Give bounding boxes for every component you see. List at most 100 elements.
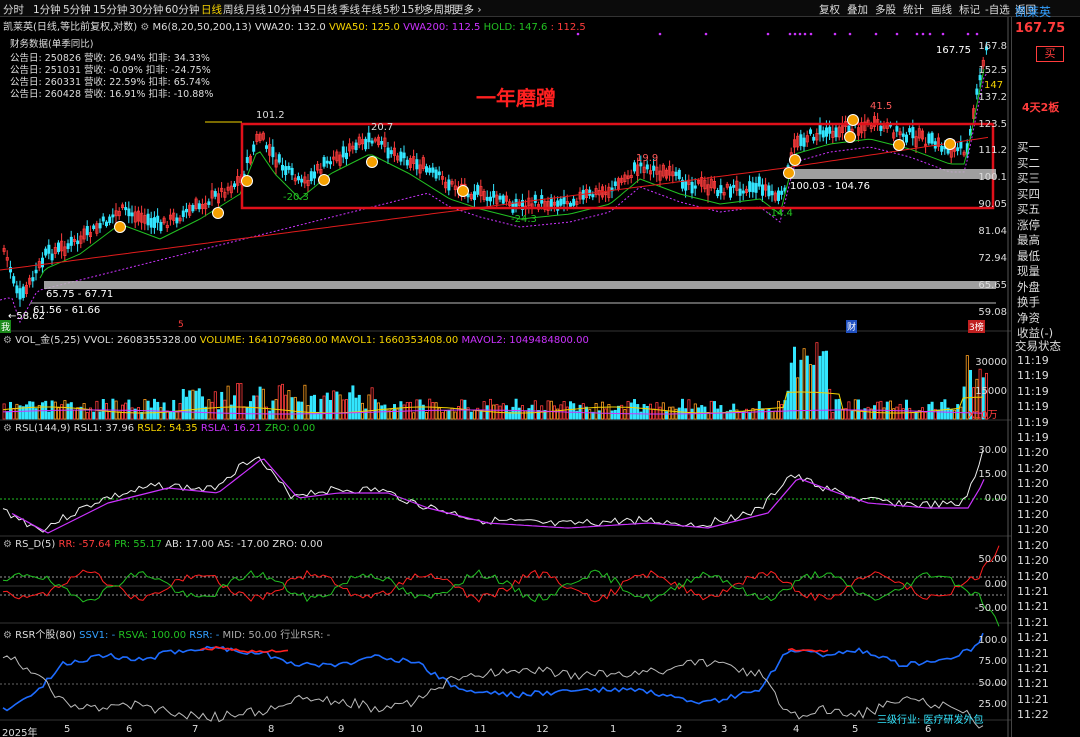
volume-bar [284, 394, 288, 420]
period-tab[interactable]: 日线 [201, 2, 222, 17]
volume-bar [655, 402, 659, 420]
period-tab[interactable]: 45日线 [303, 2, 337, 17]
candle-body [300, 178, 304, 183]
candle-body [825, 127, 829, 137]
quote-field-label: 买四 [1017, 186, 1040, 201]
volume-bar [418, 399, 422, 420]
period-tab[interactable]: 15分钟 [93, 2, 127, 17]
volume-bar [537, 410, 541, 420]
top-signal-dot [766, 32, 770, 36]
price-axis-label: 152.5 [978, 65, 1007, 76]
volume-bar [693, 403, 697, 420]
candle-body [370, 140, 374, 144]
period-tab[interactable]: 分时 [3, 2, 24, 17]
candle-body [645, 164, 649, 170]
trade-time: 11:21 [1017, 585, 1049, 598]
period-tab[interactable]: 5分钟 [63, 2, 91, 17]
buy-button[interactable]: 买 [1036, 46, 1064, 62]
volume-bar [665, 411, 669, 420]
period-tab[interactable]: 年线 [361, 2, 382, 17]
volume-bar [220, 391, 224, 420]
peak-label: 41.5 [870, 101, 893, 112]
candle-body [405, 159, 409, 166]
price-axis-label: 123.5 [978, 119, 1007, 130]
period-tab[interactable]: 15秒 [401, 2, 425, 17]
toolbar-button[interactable]: 复权 [819, 2, 840, 17]
settings-icon[interactable]: ⚙ [3, 539, 12, 550]
toolbar-button[interactable]: 标记 [959, 2, 980, 17]
period-tab[interactable]: 多周期 [423, 2, 455, 17]
volume-bar [514, 398, 518, 420]
candle-body [895, 126, 899, 132]
rsl-axis-label: 0.00 [984, 493, 1007, 504]
volume-bar [642, 404, 646, 420]
volume-bar [152, 398, 156, 420]
trade-time: 11:21 [1017, 692, 1049, 706]
date-axis-label: 5 [64, 724, 71, 735]
candle-body [280, 164, 284, 171]
candle-body [956, 147, 960, 152]
volume-bar [764, 408, 768, 420]
toolbar-button[interactable]: 统计 [903, 2, 924, 17]
toolbar-button[interactable]: 画线 [931, 2, 952, 17]
period-tab[interactable]: 5秒 [383, 2, 400, 17]
period-tab[interactable]: 月线 [245, 2, 266, 17]
volume-bar [21, 406, 25, 420]
volume-bar [469, 411, 473, 420]
candle-body [105, 221, 109, 226]
price-axis-label: 100.1 [978, 172, 1007, 183]
candle-body [252, 144, 256, 152]
volume-bar [757, 401, 761, 420]
period-tab[interactable]: 60分钟 [165, 2, 199, 17]
volume-bar [949, 408, 953, 420]
volume-bar [613, 409, 617, 420]
toolbar-button[interactable]: 多股 [875, 2, 896, 17]
candle-body [197, 203, 201, 210]
toolbar-button[interactable]: 叠加 [847, 2, 868, 17]
streak-badge: 4天2板 [1022, 101, 1060, 114]
settings-icon[interactable]: ⚙ [3, 335, 12, 346]
candle-body [325, 160, 329, 164]
volume-bar [658, 406, 662, 420]
volume-bar [834, 399, 838, 420]
volume-bar [633, 399, 637, 420]
volume-bar [860, 410, 864, 420]
period-tab[interactable]: 更多 › [453, 2, 482, 17]
candle-body [690, 181, 694, 194]
top-signal-dot [848, 32, 852, 36]
volume-bar [376, 402, 380, 420]
period-tab[interactable]: 周线 [223, 2, 244, 17]
volume-bar [351, 385, 355, 420]
volume-bar [841, 408, 845, 420]
candle-body [156, 215, 160, 223]
finance-tag[interactable]: 财 [846, 320, 858, 333]
period-tab[interactable]: 1分钟 [33, 2, 61, 17]
volume-bar [802, 348, 806, 420]
volume-bar [569, 401, 573, 420]
volume-bar [572, 403, 576, 420]
toolbar-button[interactable]: -自选 [985, 2, 1010, 17]
period-tab[interactable]: 10分钟 [267, 2, 301, 17]
settings-icon[interactable]: ⚙ [3, 630, 12, 641]
trade-time: 11:20 [1017, 538, 1049, 552]
event-tag[interactable]: 5 [178, 320, 184, 330]
trade-time: 11:20 [1017, 508, 1049, 521]
top-signal-dot [921, 32, 925, 36]
financials-title: 财务数据(单季同比) [10, 39, 94, 50]
rr-line [2, 545, 1000, 603]
settings-icon[interactable]: ⚙ [3, 423, 12, 434]
volume-bar [287, 390, 291, 420]
volume-bar [713, 401, 717, 420]
event-tag[interactable]: 3榜 [968, 320, 985, 333]
volume-bar [649, 403, 653, 420]
volume-bar [773, 410, 777, 420]
top-signal-dot [941, 32, 945, 36]
settings-icon[interactable]: ⚙ [140, 22, 149, 33]
range-label: 100.03 - 104.76 [790, 181, 870, 192]
period-tab[interactable]: 季线 [339, 2, 360, 17]
candle-body [18, 288, 22, 300]
volume-bar [213, 391, 217, 420]
candle-body [431, 167, 435, 173]
volume-bar [57, 407, 61, 420]
period-tab[interactable]: 30分钟 [129, 2, 163, 17]
